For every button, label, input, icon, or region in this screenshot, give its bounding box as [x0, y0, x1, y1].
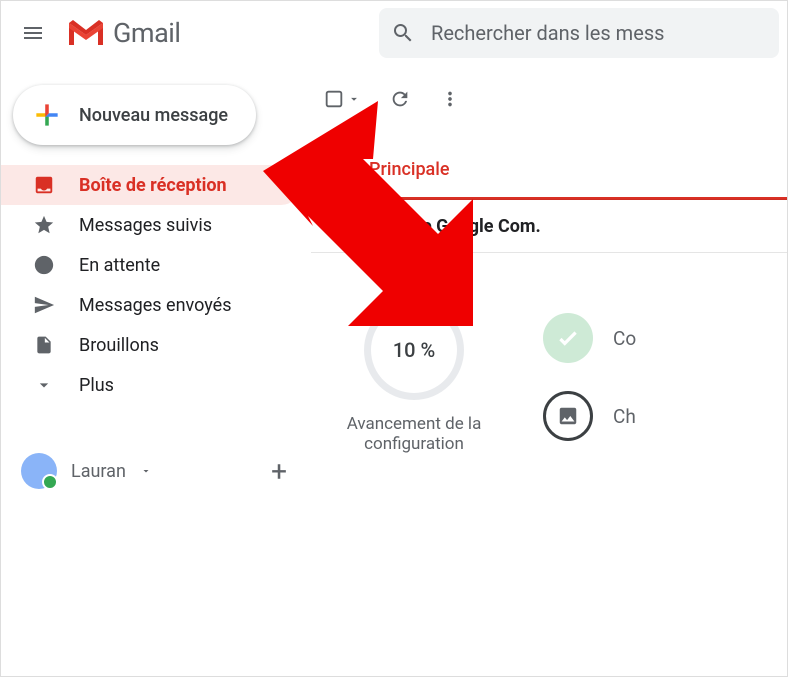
star-button[interactable]	[325, 213, 347, 240]
search-placeholder: Rechercher dans les mess	[431, 21, 664, 45]
tab-label: Principale	[369, 159, 450, 180]
compose-button[interactable]: Nouveau message	[13, 85, 256, 145]
tab-primary[interactable]: Principale	[311, 141, 468, 197]
plus-icon	[31, 99, 63, 131]
logo[interactable]: Gmail	[65, 17, 180, 49]
hangouts-user-row[interactable]: Lauran +	[1, 453, 311, 489]
sidebar-item-starred[interactable]: Messages suivis	[1, 205, 301, 245]
caret-down-icon	[347, 92, 361, 106]
send-icon	[33, 294, 55, 316]
sidebar-item-drafts[interactable]: Brouillons	[1, 325, 301, 365]
check-circle-icon	[543, 313, 593, 363]
toolbar	[311, 75, 787, 123]
sidebar-item-label: Plus	[79, 375, 114, 396]
sidebar: Nouveau message Boîte de réception Messa…	[1, 65, 311, 676]
sidebar-item-label: Brouillons	[79, 335, 159, 356]
more-button[interactable]	[439, 88, 461, 110]
image-circle-icon	[543, 391, 593, 441]
progress-percent: 10 %	[393, 338, 435, 362]
mail-row[interactable]: L'équipe Google Com.	[311, 200, 787, 252]
progress-label: Avancement de la configuration	[329, 414, 499, 454]
chevron-down-icon	[33, 375, 55, 395]
category-tabs: Principale	[311, 141, 787, 200]
setup-step-theme[interactable]: Ch	[543, 391, 636, 441]
more-vert-icon	[439, 88, 461, 110]
file-icon	[33, 335, 55, 355]
sidebar-item-sent[interactable]: Messages envoyés	[1, 285, 301, 325]
setup-progress-card: 10 % Avancement de la configuration Co C…	[311, 300, 787, 454]
caret-down-icon	[140, 465, 152, 477]
inbox-icon	[329, 158, 351, 180]
body: Nouveau message Boîte de réception Messa…	[1, 65, 787, 676]
search-icon	[391, 21, 415, 45]
app-name: Gmail	[113, 17, 180, 49]
gmail-logo-icon	[69, 20, 103, 46]
header: Gmail Rechercher dans les mess	[1, 1, 787, 65]
refresh-icon	[389, 88, 411, 110]
select-all-checkbox[interactable]	[323, 88, 361, 110]
hangouts-username: Lauran	[71, 461, 126, 482]
step-label: Co	[613, 327, 636, 350]
sidebar-item-inbox[interactable]: Boîte de réception	[1, 165, 301, 205]
progress-ring: 10 %	[364, 300, 464, 400]
refresh-button[interactable]	[389, 88, 411, 110]
sidebar-item-label: Messages suivis	[79, 215, 212, 236]
new-chat-button[interactable]: +	[271, 455, 287, 488]
checkbox-outline-icon	[323, 88, 345, 110]
sidebar-item-label: En attente	[79, 255, 160, 276]
compose-label: Nouveau message	[79, 105, 228, 126]
setup-steps: Co Ch	[543, 313, 636, 441]
hamburger-icon	[21, 21, 45, 45]
main: Principale L'équipe Google Com. 10 % Ava…	[311, 65, 787, 676]
sidebar-item-label: Messages envoyés	[79, 295, 231, 316]
sidebar-item-label: Boîte de réception	[79, 175, 227, 196]
avatar	[21, 453, 57, 489]
inbox-icon	[33, 174, 55, 196]
star-icon	[33, 214, 55, 236]
setup-step-done[interactable]: Co	[543, 313, 636, 363]
mail-sender: L'équipe Google Com.	[365, 216, 541, 237]
menu-button[interactable]	[9, 9, 57, 57]
sidebar-item-more[interactable]: Plus	[1, 365, 301, 405]
step-label: Ch	[613, 405, 636, 428]
clock-icon	[33, 254, 55, 276]
setup-progress: 10 % Avancement de la configuration	[329, 300, 499, 454]
sidebar-item-snoozed[interactable]: En attente	[1, 245, 301, 285]
star-outline-icon	[325, 213, 347, 235]
search-bar[interactable]: Rechercher dans les mess	[379, 8, 779, 58]
